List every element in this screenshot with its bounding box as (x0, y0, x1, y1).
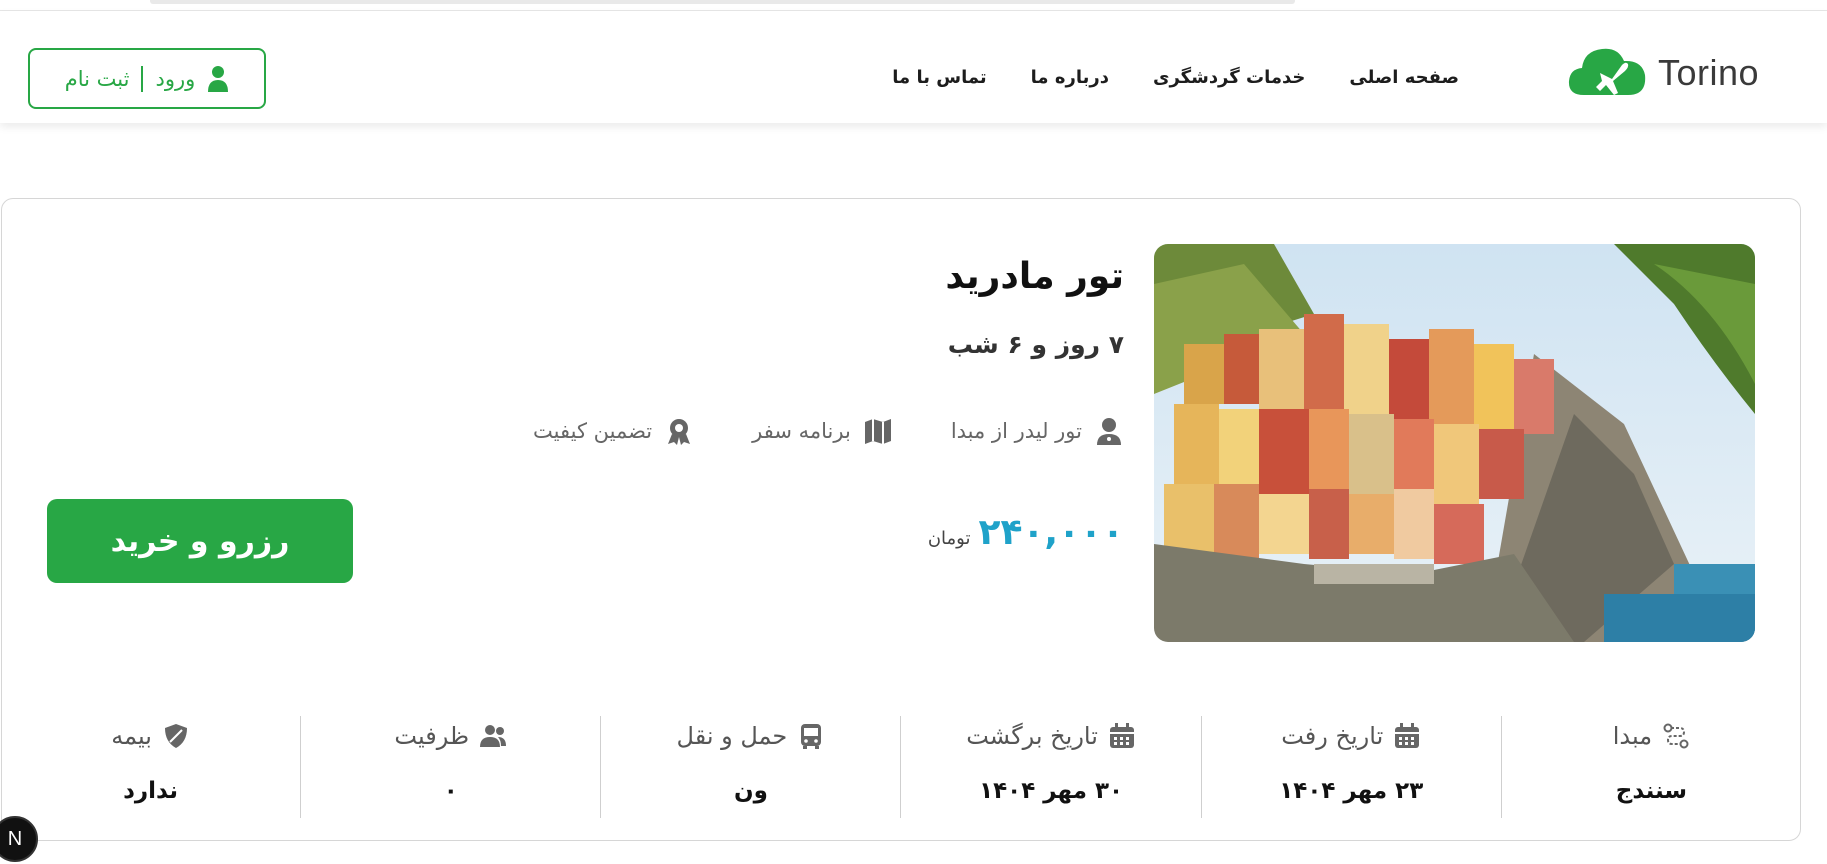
scrollbar-track (150, 0, 1295, 4)
nav-about[interactable]: درباره ما (1031, 66, 1109, 90)
tour-details-row: مبدا سنندج تاریخ رفت ۲۳ مهر ۱۴۰۴ تاریخ ب… (1, 716, 1801, 818)
detail-label: مبدا (1612, 722, 1653, 750)
dev-overlay-badge[interactable]: N (0, 816, 38, 862)
route-icon (1663, 723, 1689, 749)
detail-transport: حمل و نقل ون (600, 716, 900, 818)
detail-departure-date: تاریخ رفت ۲۳ مهر ۱۴۰۴ (1200, 716, 1501, 818)
calendar-icon (1395, 723, 1420, 748)
feature-quality: تضمین کیفیت (533, 416, 694, 446)
user-icon (208, 65, 229, 92)
detail-value: ۳۰ مهر ۱۴۰۴ (979, 778, 1124, 804)
detail-value: ون (733, 778, 768, 804)
detail-value: سنندج (1615, 778, 1688, 804)
main-menu: صفحه اصلی خدمات گردشگری درباره ما تماس ب… (892, 66, 1459, 90)
detail-label: بیمه (111, 722, 152, 750)
detail-return-date: تاریخ برگشت ۳۰ مهر ۱۴۰۴ (900, 716, 1200, 818)
feature-label: برنامه سفر (752, 419, 851, 443)
detail-header: تاریخ برگشت (966, 722, 1136, 750)
tour-price: ۲۴۰,۰۰۰ تومان (928, 512, 1124, 553)
detail-insurance: بیمه ندارد (1, 716, 300, 818)
brand-name: Torino (1658, 52, 1760, 93)
auth-divider (141, 65, 144, 92)
reserve-buy-button[interactable]: رزرو و خرید (47, 499, 353, 583)
detail-header: ظرفیت (394, 722, 507, 750)
feature-label: تضمین کیفیت (533, 419, 653, 443)
browser-top-strip (0, 0, 1827, 11)
cliff-village-image (1154, 244, 1755, 642)
detail-value: ندارد (123, 778, 178, 804)
tour-title: تور مادرید (945, 256, 1124, 297)
tour-photo (1154, 244, 1755, 642)
bus-icon (801, 724, 822, 749)
tour-features: تور لیدر از مبدا برنامه سفر تضمین کیفیت (533, 416, 1124, 446)
shield-icon (164, 724, 187, 748)
site-header: Torino صفحه اصلی خدمات گردشگری درباره ما… (0, 11, 1827, 123)
detail-origin: مبدا سنندج (1500, 716, 1801, 818)
award-icon (668, 419, 691, 445)
detail-value: ۲۳ مهر ۱۴۰۴ (1279, 778, 1424, 804)
map-icon (864, 419, 891, 444)
feature-label: تور لیدر از مبدا (950, 419, 1082, 443)
nav-home[interactable]: صفحه اصلی (1349, 66, 1459, 90)
detail-label: تاریخ برگشت (966, 722, 1098, 750)
register-label: ثبت نام (64, 66, 130, 91)
detail-label: حمل و نقل (676, 722, 788, 750)
detail-header: تاریخ رفت (1281, 722, 1421, 750)
cloud-plane-logo-icon (1568, 48, 1646, 95)
person-badge-icon (1097, 418, 1121, 445)
login-register-button[interactable]: ورود ثبت نام (28, 48, 266, 109)
detail-header: بیمه (111, 722, 190, 750)
feature-itinerary: برنامه سفر (752, 416, 893, 446)
detail-capacity: ظرفیت ۰ (300, 716, 600, 818)
price-currency: تومان (927, 528, 971, 549)
login-label: ورود (155, 66, 196, 91)
tour-duration: ۷ روز و ۶ شب (947, 330, 1124, 359)
calendar-icon (1109, 723, 1134, 748)
users-icon (480, 725, 507, 747)
price-amount: ۲۴۰,۰۰۰ (978, 512, 1124, 553)
feature-tour-leader: تور لیدر از مبدا (951, 416, 1124, 446)
brand-logo[interactable]: Torino (1566, 39, 1771, 107)
detail-header: حمل و نقل (677, 722, 826, 750)
detail-label: تاریخ رفت (1281, 722, 1384, 750)
detail-header: مبدا (1613, 722, 1690, 750)
detail-value: ۰ (443, 778, 458, 804)
nav-contact[interactable]: تماس با ما (892, 66, 986, 90)
nav-services[interactable]: خدمات گردشگری (1153, 66, 1305, 90)
detail-label: ظرفیت (394, 722, 470, 750)
